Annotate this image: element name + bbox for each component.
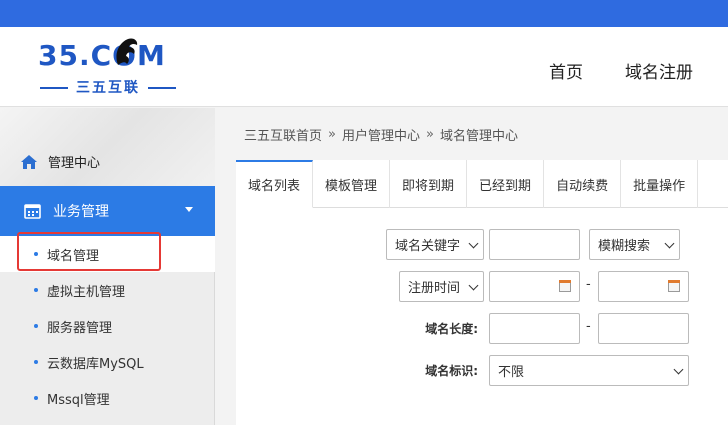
- keyword-input[interactable]: [489, 229, 580, 260]
- end-date-input[interactable]: [598, 271, 689, 302]
- chevron-down-icon: [673, 364, 684, 375]
- breadcrumb-home[interactable]: 三五互联首页: [244, 125, 322, 144]
- chevron-down-icon: [664, 238, 675, 249]
- tab-expiring-soon[interactable]: 即将到期: [390, 160, 468, 208]
- logo-subtitle: 三五互联: [38, 77, 178, 97]
- length-range-separator: -: [586, 319, 591, 334]
- sidebar-item-virtual-host[interactable]: 虚拟主机管理: [0, 272, 215, 308]
- tab-bar: 域名列表 模板管理 即将到期 已经到期 自动续费 批量操作: [236, 160, 728, 208]
- site-header: 35.COM 三五互联 首页 域名注册: [0, 27, 728, 107]
- dragon-logo-icon: [116, 38, 138, 65]
- breadcrumb-domain-center[interactable]: 域名管理中心: [440, 125, 518, 144]
- bullet-icon: [34, 360, 38, 364]
- nav-home-link[interactable]: 首页: [549, 58, 583, 83]
- sidebar-item-label: 云数据库MySQL: [47, 356, 144, 372]
- chevron-down-icon: [468, 238, 479, 249]
- management-center-link[interactable]: 管理中心: [20, 152, 100, 171]
- domain-mark-select[interactable]: 不限: [489, 355, 689, 386]
- sidebar-item-cloud-mysql[interactable]: 云数据库MySQL: [0, 344, 215, 380]
- keyword-type-value: 域名关键字: [395, 239, 461, 254]
- top-color-bar: [0, 0, 728, 27]
- domain-mark-value: 不限: [498, 365, 525, 380]
- sidebar-header: 管理中心: [0, 108, 215, 186]
- sidebar-item-mssql[interactable]: Mssql管理: [0, 380, 215, 416]
- match-mode-select[interactable]: 模糊搜索: [589, 229, 680, 260]
- caret-down-icon: [185, 207, 193, 212]
- tab-auto-renew[interactable]: 自动续费: [544, 160, 622, 208]
- breadcrumb-separator-icon: »: [426, 127, 434, 142]
- breadcrumb-user-center[interactable]: 用户管理中心: [342, 125, 420, 144]
- business-management-label: 业务管理: [53, 204, 109, 220]
- sidebar-item-label: Mssql管理: [47, 392, 110, 408]
- tab-template-management[interactable]: 模板管理: [313, 160, 391, 208]
- sidebar: 管理中心 业务管理 域名管理 虚拟主机管理 服务器管理 云数据库MySQL Ms…: [0, 108, 215, 425]
- domain-mark-label: 域名标识:: [425, 364, 478, 378]
- logo[interactable]: 35.COM 三五互联: [38, 38, 178, 99]
- bullet-icon: [34, 288, 38, 292]
- management-center-label: 管理中心: [48, 156, 101, 171]
- length-max-input[interactable]: [598, 313, 689, 344]
- nav-domain-register-link[interactable]: 域名注册: [625, 58, 693, 83]
- logo-text: 35.COM: [38, 39, 166, 72]
- start-date-input[interactable]: [489, 271, 580, 302]
- date-type-select[interactable]: 注册时间: [399, 271, 484, 302]
- calendar-icon: [24, 204, 41, 219]
- home-icon: [21, 154, 37, 169]
- tab-batch-operations[interactable]: 批量操作: [621, 160, 699, 208]
- sidebar-item-label: 虚拟主机管理: [47, 284, 126, 300]
- keyword-type-select[interactable]: 域名关键字: [386, 229, 484, 260]
- chevron-down-icon: [468, 280, 479, 291]
- breadcrumb-bar: 三五互联首页 » 用户管理中心 » 域名管理中心: [236, 108, 728, 160]
- highlight-annotation: [17, 232, 161, 271]
- tab-domain-list[interactable]: 域名列表: [236, 160, 314, 208]
- length-min-input[interactable]: [489, 313, 580, 344]
- breadcrumb-separator-icon: »: [328, 127, 336, 142]
- date-range-separator: -: [586, 277, 591, 292]
- breadcrumb: 三五互联首页 » 用户管理中心 » 域名管理中心: [244, 125, 518, 144]
- calendar-picker-icon[interactable]: [559, 280, 571, 292]
- sidebar-item-server[interactable]: 服务器管理: [0, 308, 215, 344]
- business-management-toggle[interactable]: 业务管理: [0, 186, 215, 236]
- calendar-picker-icon[interactable]: [668, 280, 680, 292]
- match-mode-value: 模糊搜索: [598, 239, 651, 254]
- tab-expired[interactable]: 已经到期: [467, 160, 545, 208]
- date-type-value: 注册时间: [408, 281, 461, 296]
- sidebar-item-label: 服务器管理: [47, 320, 113, 336]
- bullet-icon: [34, 396, 38, 400]
- domain-length-label: 域名长度:: [425, 322, 478, 336]
- bullet-icon: [34, 324, 38, 328]
